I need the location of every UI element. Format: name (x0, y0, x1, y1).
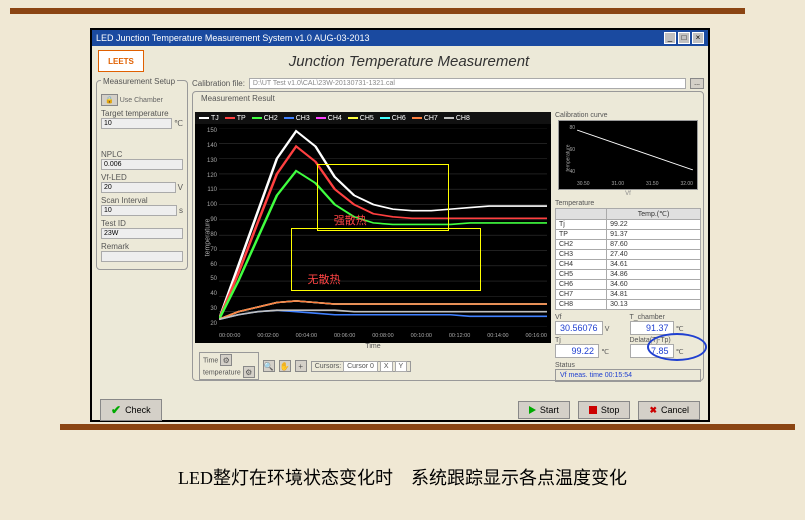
delta-value: 7.85 (630, 344, 674, 358)
table-row: CH534.86 (556, 270, 701, 280)
legend-item-ch5[interactable]: CH5 (348, 115, 374, 122)
test-id-label: Test ID (101, 219, 126, 228)
remark-label: Remark (101, 242, 129, 251)
check-icon: ✔ (111, 403, 121, 417)
meas-legend: Measurement Result (199, 94, 277, 103)
annotation-text-0: 强散热 (334, 212, 367, 228)
target-temp-label: Target temperature (101, 109, 169, 118)
vf-led-input[interactable] (101, 182, 176, 193)
vf-led-label: Vf-LED (101, 173, 127, 182)
vf-value: 30.56076 (555, 321, 603, 335)
pan-tool-icon[interactable]: ✋ (279, 360, 291, 372)
window-title: LED Junction Temperature Measurement Sys… (96, 33, 369, 43)
legend-item-ch6[interactable]: CH6 (380, 115, 406, 122)
window-titlebar: LED Junction Temperature Measurement Sys… (92, 30, 708, 46)
y-axis-ticks: 1501401301201101009080706050403020 (197, 128, 217, 327)
legend-item-tp[interactable]: TP (225, 115, 246, 122)
status-legend: Status (555, 362, 701, 369)
time-axis-config-icon[interactable]: ⚙ (220, 354, 232, 366)
table-row: CH734.81 (556, 290, 701, 300)
legend-item-ch3[interactable]: CH3 (284, 115, 310, 122)
chamber-icon: 🔒 (101, 94, 118, 106)
x-axis-ticks: 00:00:0000:02:0000:04:0000:06:0000:08:00… (219, 333, 547, 339)
table-row: TP91.37 (556, 230, 701, 240)
stop-button[interactable]: Stop (578, 401, 631, 419)
maximize-button[interactable]: □ (678, 32, 690, 44)
page-title: Junction Temperature Measurement (150, 53, 708, 70)
cancel-button[interactable]: ✖Cancel (638, 401, 700, 420)
scan-interval-unit: s (179, 206, 183, 215)
tj-label: Tj (555, 337, 627, 344)
slide-bottom-rule (60, 424, 795, 430)
vf-led-unit: V (178, 183, 183, 192)
table-row: CH830.13 (556, 300, 701, 310)
tchamber-label: T_chamber (630, 314, 702, 321)
cursor-y: Y (395, 361, 408, 372)
table-row: Tj99.22 (556, 220, 701, 230)
target-temp-input[interactable] (101, 118, 172, 129)
table-row: CH287.60 (556, 240, 701, 250)
use-chamber-label: Use Chamber (120, 97, 163, 104)
delta-label: Delata(Tj-Tp) (630, 337, 702, 344)
test-id-input[interactable] (101, 228, 183, 239)
slide-top-rule (10, 8, 745, 14)
vf-label: Vf (555, 314, 627, 321)
table-row: CH634.60 (556, 280, 701, 290)
tj-value: 99.22 (555, 344, 599, 358)
minimize-button[interactable]: _ (664, 32, 676, 44)
temperature-legend: Temperature (555, 200, 701, 207)
main-chart[interactable]: temperature 1501401301201101009080706050… (195, 124, 551, 343)
calibration-chart[interactable]: 806040 30.5031.0031.5032.00 temperature … (558, 120, 698, 190)
x-axis-label: Time (195, 343, 551, 350)
close-button[interactable]: × (692, 32, 704, 44)
status-text: Vf meas. time 00:15:54 (555, 369, 701, 382)
tchamber-value: 91.37 (630, 321, 674, 335)
table-row: CH434.61 (556, 260, 701, 270)
axis-panel: Time ⚙ temperature ⚙ (199, 352, 259, 380)
cancel-icon: ✖ (649, 405, 657, 416)
zoom-tool-icon[interactable]: 🔍 (263, 360, 275, 372)
temperature-table: Temp.(℃) Tj99.22TP91.37CH287.60CH327.40C… (555, 208, 701, 310)
legend-item-ch7[interactable]: CH7 (412, 115, 438, 122)
stop-icon (589, 406, 597, 414)
crosshair-tool-icon[interactable]: + (295, 360, 307, 372)
legend-item-tj[interactable]: TJ (199, 115, 219, 122)
annotation-text-1: 无散热 (308, 271, 341, 287)
legend-item-ch2[interactable]: CH2 (252, 115, 278, 122)
cursor-panel: Cursors: Cursor 0 X Y (311, 361, 412, 372)
start-button[interactable]: Start (518, 401, 570, 419)
target-temp-unit: ℃ (174, 119, 183, 128)
cursor-x: X (380, 361, 393, 372)
measurement-result-panel: Measurement Result TJ TP CH2 CH3 CH4 CH5 CH6 CH… (192, 91, 704, 381)
scan-interval-input[interactable] (101, 205, 177, 216)
nplc-label: NPLC (101, 150, 122, 159)
table-row: CH327.40 (556, 250, 701, 260)
legend-item-ch4[interactable]: CH4 (316, 115, 342, 122)
slide-caption: LED整灯在环境状态变化时 系统跟踪显示各点温度变化 (0, 464, 805, 490)
setup-legend: Measurement Setup (101, 77, 177, 86)
temp-axis-config-icon[interactable]: ⚙ (243, 366, 255, 378)
plot-area: 强散热无散热 (219, 128, 547, 327)
logo: LEETS (98, 50, 144, 72)
scan-interval-label: Scan Interval (101, 196, 148, 205)
play-icon (529, 406, 536, 414)
chart-legend: TJ TP CH2 CH3 CH4 CH5 CH6 CH7 CH8 (195, 112, 551, 124)
measurement-setup-panel: Measurement Setup 🔒 Use Chamber Target t… (96, 80, 188, 270)
remark-input[interactable] (101, 251, 183, 262)
calib-chart-legend: Calibration curve (555, 112, 701, 119)
legend-item-ch8[interactable]: CH8 (444, 115, 470, 122)
calibration-file-label: Calibration file: (192, 79, 245, 88)
calibration-file-path: D:\UT Test v1.0\CAL\23W-20130731-1321.ca… (249, 78, 686, 89)
app-window: LED Junction Temperature Measurement Sys… (90, 28, 710, 422)
check-button[interactable]: ✔Check (100, 399, 162, 421)
nplc-input[interactable] (101, 159, 183, 170)
cursor-name[interactable]: Cursor 0 (343, 361, 378, 372)
browse-button[interactable]: ... (690, 78, 704, 89)
